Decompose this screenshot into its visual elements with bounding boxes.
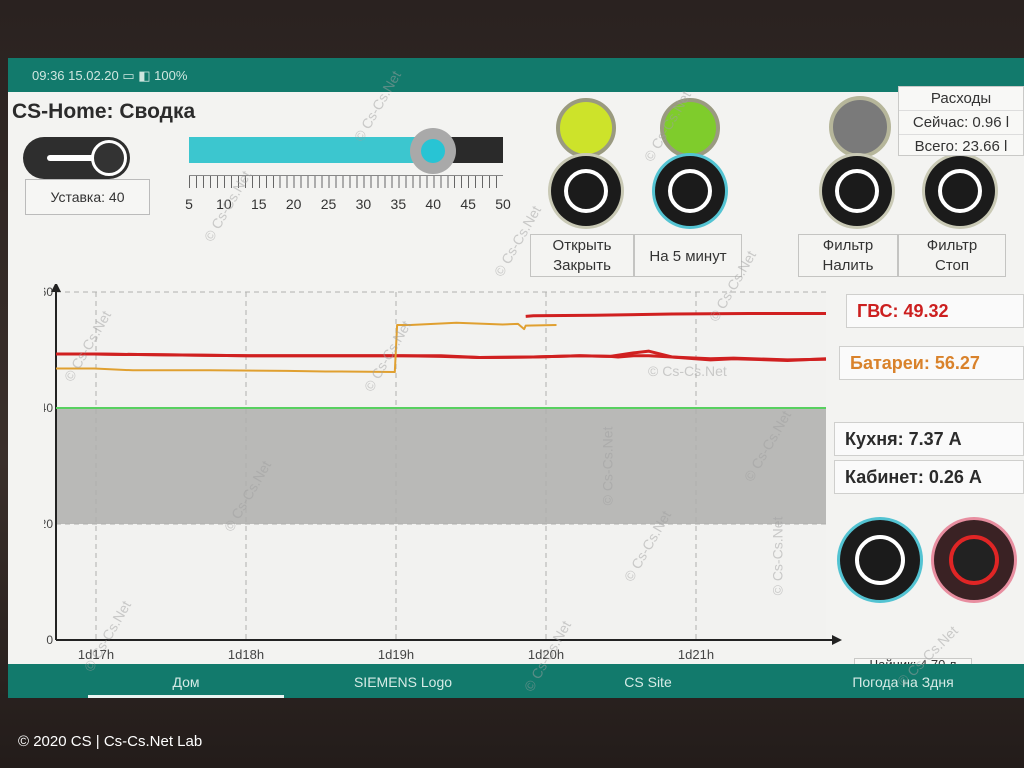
setpoint-slider[interactable] — [189, 128, 503, 174]
batteries-value: Батареи: 56.27 — [839, 346, 1024, 380]
round-button-inner — [564, 169, 608, 213]
tab-weather[interactable]: Погода на Здня — [808, 674, 998, 690]
filter-fill-line1: Фильтр — [822, 237, 874, 254]
slider-tick-label: 20 — [285, 196, 302, 212]
y-tick-label: 40 — [44, 401, 53, 415]
slider-tick-label: 30 — [355, 196, 372, 212]
consumption-panel: Расходы Сейчас: 0.96 l Всего: 23.66 l — [898, 86, 1024, 156]
cabinet-current: Кабинет: 0.26 А — [834, 460, 1024, 494]
consumption-title: Расходы — [930, 90, 992, 107]
valve-round-button[interactable] — [551, 156, 621, 226]
slider-tick-label: 50 — [495, 196, 511, 212]
filter-stop-line1: Фильтр — [926, 237, 978, 254]
consumption-now: Сейчас: 0.96 l — [899, 110, 1023, 134]
x-tick-label: 1d20h — [528, 647, 564, 662]
open-close-label: Открыть Закрыть — [530, 234, 634, 277]
filter-fill-line2: Налить — [822, 257, 874, 274]
filter-fill-label: Фильтр Налить — [798, 234, 898, 277]
round-button-inner — [949, 535, 999, 585]
slider-fill — [189, 137, 434, 163]
page-title: CS-Home: Сводка — [12, 100, 196, 123]
mode-toggle-switch[interactable] — [23, 137, 130, 179]
status-lamp-2 — [660, 98, 720, 158]
five-min-label: На 5 минут — [634, 234, 742, 277]
slider-tick-label: 40 — [425, 196, 442, 212]
status-text: 09:36 15.02.20 ▭ ◧ 100% — [32, 68, 188, 83]
round-button-inner — [938, 169, 982, 213]
alarm-round-button[interactable] — [934, 520, 1014, 600]
tab-cs-site[interactable]: CS Site — [578, 674, 718, 690]
round-button-inner — [835, 169, 879, 213]
filter-stop-label: Фильтр Стоп — [898, 234, 1006, 277]
filter-stop-line2: Стоп — [935, 257, 969, 274]
setpoint-label: Уставка: 40 — [25, 179, 150, 215]
status-lamp-1 — [556, 98, 616, 158]
temperature-trend-chart: 1d17h1d18h1d19h1d20h1d21h6040200 — [44, 284, 842, 662]
round-button-inner — [855, 535, 905, 585]
slider-tick-label: 45 — [460, 196, 476, 212]
x-tick-label: 1d18h — [228, 647, 264, 662]
gvs-value: ГВС: 49.32 — [846, 294, 1024, 328]
toggle-track — [47, 155, 97, 161]
y-tick-label: 0 — [46, 633, 53, 647]
slider-tick-label: 35 — [390, 196, 407, 212]
five-min-round-button[interactable] — [655, 156, 725, 226]
slider-ticks — [189, 175, 503, 188]
x-tick-label: 1d19h — [378, 647, 414, 662]
footer-credit: © 2020 CS | Cs-Cs.Net Lab — [18, 733, 203, 750]
slider-tick-label: 15 — [250, 196, 267, 212]
slider-tick-label: 25 — [320, 196, 337, 212]
open-close-line1: Открыть — [552, 237, 612, 254]
status-lamp-3 — [829, 96, 891, 158]
filter-stop-round-button[interactable] — [925, 156, 995, 226]
kitchen-current: Кухня: 7.37 А — [834, 422, 1024, 456]
y-tick-label: 20 — [44, 517, 53, 531]
consumption-total: Всего: 23.66 l — [899, 134, 1023, 158]
toggle-knob — [91, 140, 127, 176]
status-bar: 09:36 15.02.20 ▭ ◧ 100% — [8, 58, 1024, 92]
bottom-navigation: Дом SIEMENS Logo CS Site Погода на Здня — [8, 664, 1024, 698]
kettle-round-button[interactable] — [840, 520, 920, 600]
round-button-inner — [668, 169, 712, 213]
x-tick-label: 1d21h — [678, 647, 714, 662]
tab-home[interactable]: Дом — [88, 674, 284, 690]
x-axis-arrow — [832, 635, 842, 645]
slider-handle-dot — [421, 139, 446, 163]
setpoint-band — [56, 408, 826, 524]
filter-fill-round-button[interactable] — [822, 156, 892, 226]
active-tab-indicator — [88, 695, 284, 698]
x-tick-label: 1d17h — [78, 647, 114, 662]
open-close-line2: Закрыть — [553, 257, 611, 274]
hmi-screen: 09:36 15.02.20 ▭ ◧ 100% CS-Home: Сводка … — [8, 58, 1024, 698]
tab-siemens-logo[interactable]: SIEMENS Logo — [318, 674, 488, 690]
slider-handle[interactable] — [410, 128, 457, 174]
slider-tick-label: 5 — [185, 196, 193, 212]
slider-tick-label: 10 — [216, 196, 232, 212]
